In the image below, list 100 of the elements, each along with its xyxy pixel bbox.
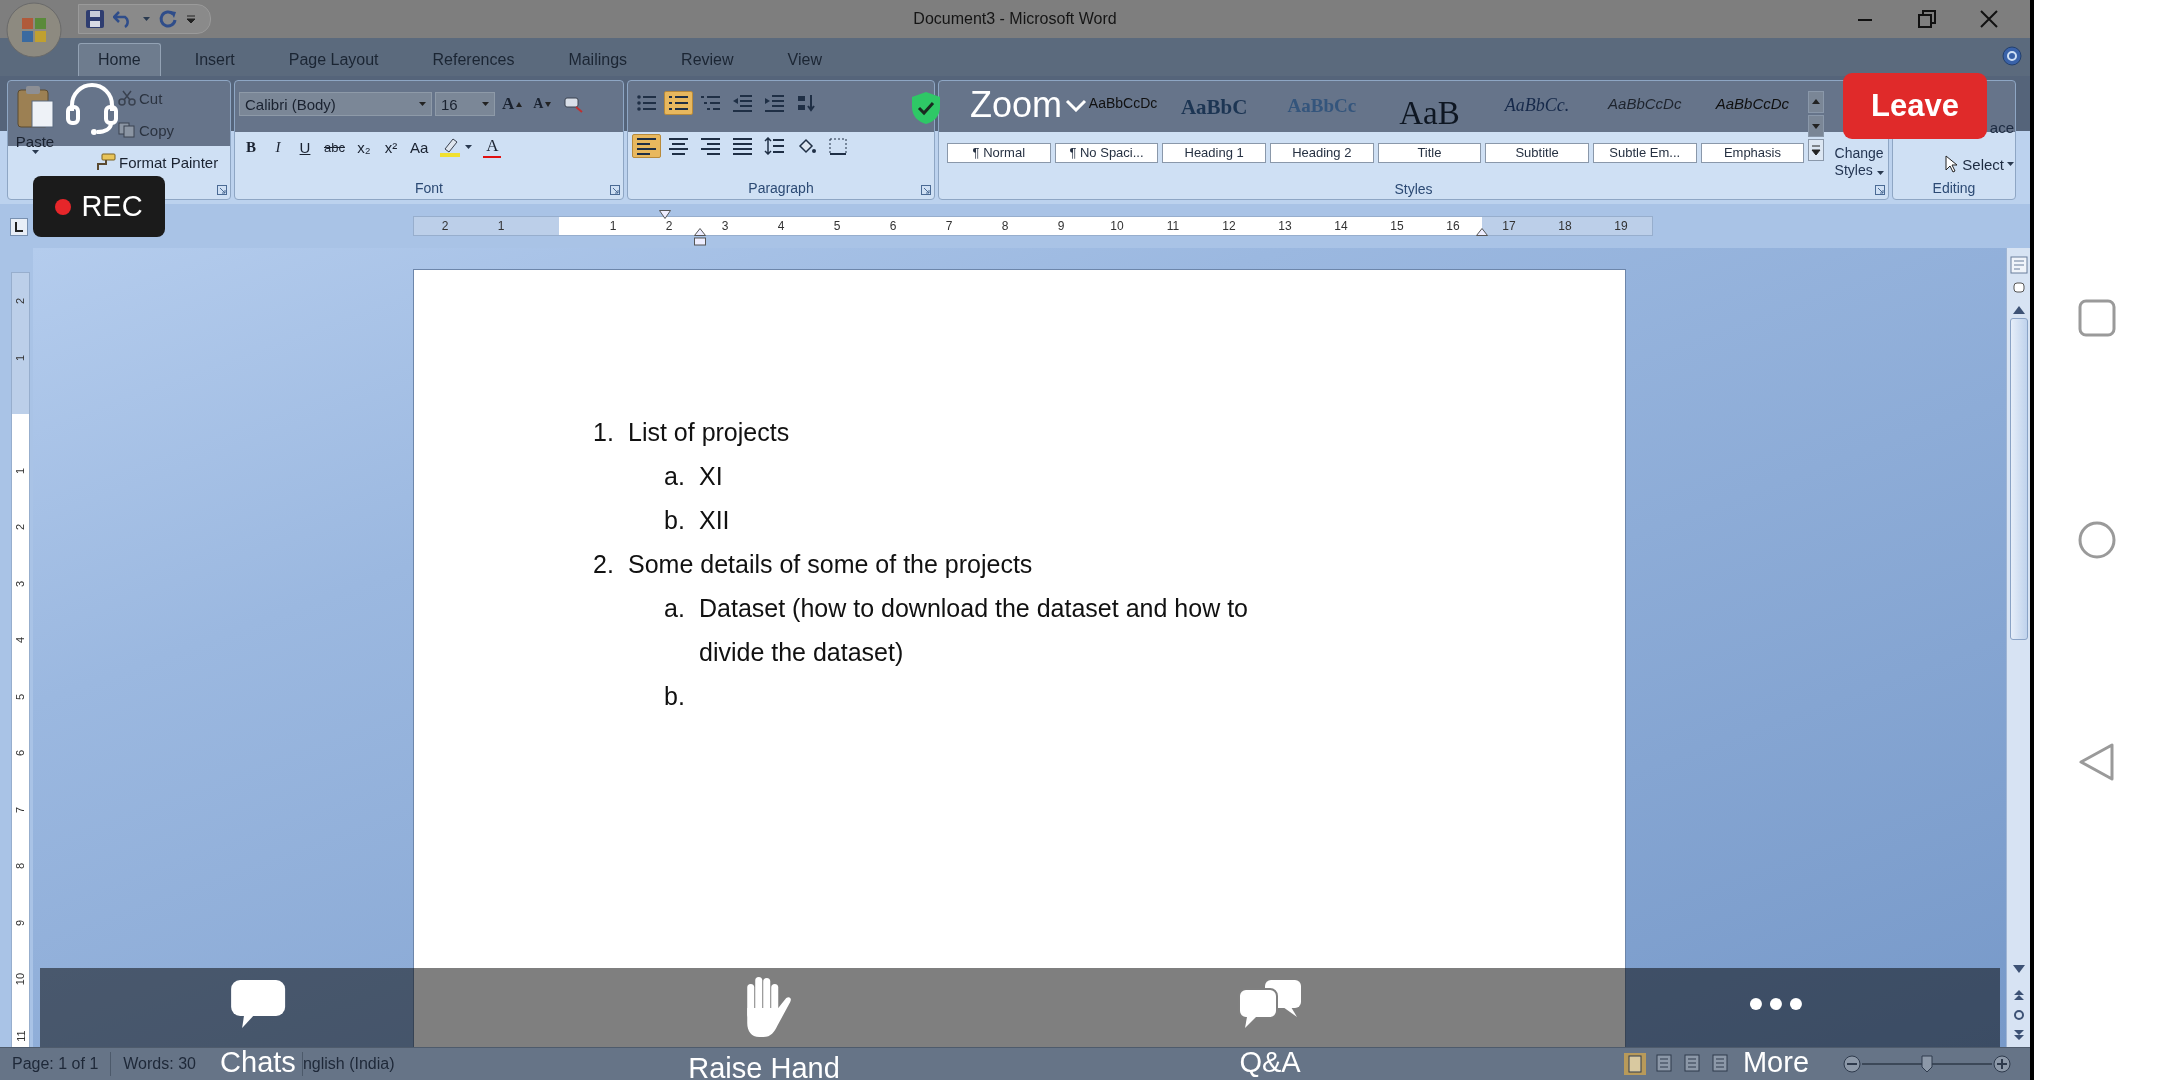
style-option[interactable]: Heading 2 — [1269, 143, 1374, 163]
horizontal-ruler[interactable]: 2 1 1 2 3 4 5 6 7 8 9 10 11 12 13 14 15 16 17 18 19 — [413, 216, 1653, 236]
ruler-number: 1 — [14, 467, 27, 474]
scroll-up-icon[interactable] — [2012, 306, 2025, 314]
caret-icon — [31, 150, 39, 154]
headset-icon[interactable] — [65, 83, 119, 135]
format-button[interactable]: B — [239, 135, 263, 159]
scroll-down-icon[interactable] — [1808, 115, 1825, 137]
format-button[interactable]: x₂ — [351, 135, 376, 159]
quick-access-toolbar[interactable] — [78, 4, 211, 34]
style-option[interactable]: Heading 1 — [1162, 143, 1266, 163]
ruler-number: 17 — [1502, 219, 1516, 233]
browse-object-icon[interactable] — [2012, 1009, 2025, 1021]
shrink-font-button[interactable]: A — [529, 92, 556, 116]
zoom-slider-thumb[interactable] — [1921, 1055, 1933, 1073]
ruler-number: 6 — [14, 750, 27, 757]
numbering-button[interactable] — [664, 91, 693, 115]
grow-font-button[interactable]: A — [498, 92, 527, 116]
ruler-number: 18 — [1558, 219, 1572, 233]
font-color-button[interactable]: A — [479, 135, 506, 159]
tab-selector-icon[interactable] — [10, 218, 28, 236]
clipboard-format-painter-button[interactable]: Format Painter — [94, 149, 219, 175]
style-option[interactable]: ¶ Normal — [947, 143, 1051, 163]
home-icon[interactable] — [2077, 520, 2117, 560]
meeting-title-button[interactable]: Zoom — [970, 84, 1088, 126]
save-icon[interactable] — [85, 9, 105, 29]
back-icon[interactable] — [2077, 742, 2117, 782]
format-button[interactable]: x² — [378, 135, 403, 159]
numbering-icon — [668, 94, 689, 112]
dialog-launcher-icon[interactable] — [921, 185, 931, 195]
customize-icon[interactable] — [186, 14, 196, 24]
change-styles-button[interactable]: Change Styles — [1830, 145, 1888, 179]
ribbon-tab[interactable]: References — [412, 43, 535, 76]
language-indicator[interactable]: nglish (India) — [302, 1052, 407, 1076]
group-label: Font — [415, 180, 443, 196]
ruler-number: 11 — [14, 1030, 27, 1042]
web-layout-icon[interactable] — [1682, 1053, 1702, 1073]
style-option[interactable]: Title — [1377, 143, 1482, 163]
align-right-icon — [700, 137, 721, 155]
format-button[interactable]: Aa — [405, 135, 433, 159]
zoom-out-icon[interactable] — [1842, 1054, 1862, 1074]
style-option[interactable]: Subtitle — [1485, 143, 1589, 163]
first-line-indent-marker[interactable] — [659, 210, 671, 219]
format-button[interactable]: I — [266, 135, 290, 159]
more-styles-icon[interactable] — [1808, 139, 1825, 161]
dialog-launcher-icon[interactable] — [217, 185, 227, 195]
format-button[interactable]: abc — [320, 135, 349, 159]
align-left-button[interactable] — [632, 134, 661, 158]
recent-apps-icon[interactable] — [2077, 298, 2117, 338]
raise-hand-button[interactable]: Raise Hand — [688, 976, 840, 1076]
close-icon[interactable] — [1978, 8, 2000, 30]
outline-icon[interactable] — [1710, 1053, 1730, 1073]
ruler-number: 9 — [1057, 219, 1065, 233]
format-button[interactable]: U — [293, 135, 317, 159]
scissors-icon — [118, 90, 136, 106]
leave-button[interactable]: Leave — [1843, 73, 1987, 139]
hanging-indent-marker[interactable] — [694, 228, 706, 246]
previous-page-icon[interactable] — [2012, 989, 2025, 1001]
select-button[interactable]: Select — [1945, 151, 2014, 177]
scrollbar-thumb[interactable] — [2009, 318, 2028, 640]
style-preview: AaBbCcDc — [1715, 95, 1790, 114]
font-size-field[interactable]: 16 — [435, 92, 495, 116]
dialog-launcher-icon[interactable] — [1875, 185, 1885, 195]
ruler-number: 6 — [889, 219, 897, 233]
ribbon-tab[interactable]: View — [767, 43, 842, 76]
paste-button[interactable]: Paste — [8, 85, 62, 177]
ribbon-tab[interactable]: Home — [78, 43, 161, 76]
qa-button[interactable]: Q&A — [1237, 976, 1303, 1076]
font-name-field[interactable]: Calibri (Body) — [239, 92, 432, 116]
ribbon-tab[interactable]: Mailings — [548, 43, 648, 76]
dialog-launcher-icon[interactable] — [610, 185, 620, 195]
ruler-number: 10 — [14, 973, 27, 986]
zoom-in-icon[interactable] — [1992, 1054, 2012, 1074]
bullets-icon — [636, 94, 657, 112]
ribbon-tab[interactable]: Insert — [174, 43, 255, 76]
more-button[interactable]: More — [1742, 976, 1810, 1076]
replace-button[interactable]: ace — [1989, 119, 2014, 141]
ruler-number: 1 — [609, 219, 617, 233]
reading-layout-icon[interactable] — [1654, 1053, 1674, 1073]
ruler-number: 12 — [1222, 219, 1236, 233]
ribbon-tab[interactable]: Review — [661, 43, 754, 76]
ruler-number: 1 — [497, 219, 505, 233]
clipboard-icon — [15, 85, 55, 129]
next-page-icon[interactable] — [2012, 1029, 2025, 1041]
chats-button[interactable]: Chats — [220, 976, 296, 1076]
ruler-number: 7 — [14, 806, 27, 813]
scroll-down-icon[interactable] — [2012, 965, 2025, 973]
style-option[interactable]: Emphasis — [1700, 143, 1805, 163]
print-layout-icon[interactable] — [1624, 1053, 1646, 1075]
scroll-up-icon[interactable] — [1808, 91, 1825, 113]
right-indent-marker[interactable] — [1476, 228, 1488, 237]
ruler-number: 3 — [721, 219, 729, 233]
help-icon[interactable] — [2002, 46, 2022, 66]
caret-icon — [465, 145, 473, 149]
caret-icon — [482, 102, 489, 106]
style-option[interactable]: ¶ No Spaci... — [1054, 143, 1159, 163]
restore-icon[interactable] — [1916, 8, 1938, 30]
ribbon-tab[interactable]: Page Layout — [268, 43, 399, 76]
style-option[interactable]: Subtle Em... — [1592, 143, 1697, 163]
style-preview: AaBbCcDc — [1088, 95, 1158, 113]
